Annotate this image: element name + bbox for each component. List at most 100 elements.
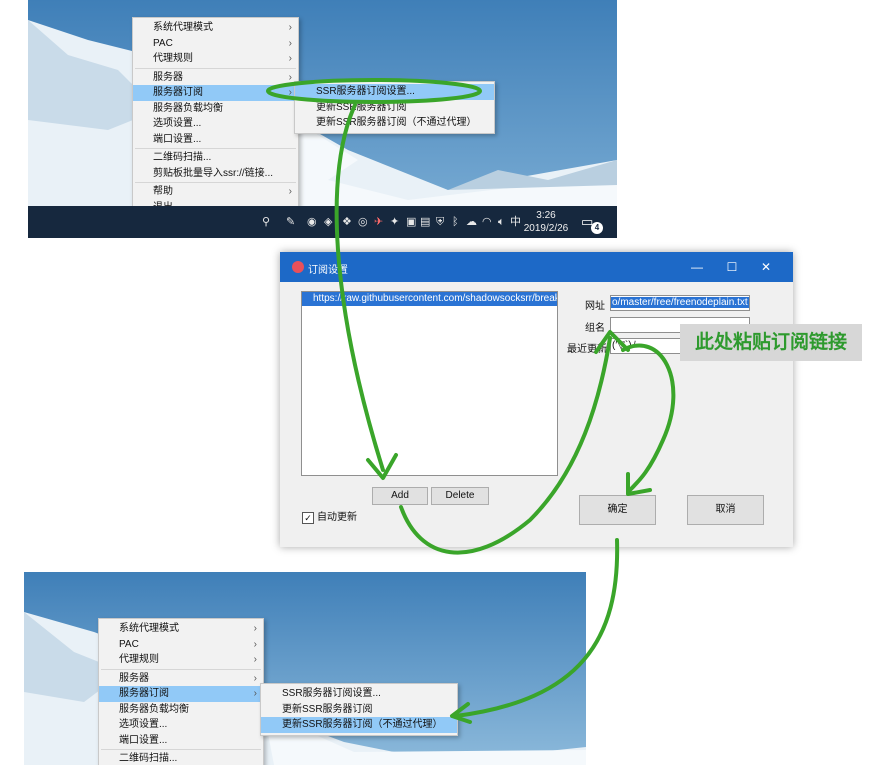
dialog-titlebar[interactable]: 订阅设置 — ☐ ✕ bbox=[280, 252, 793, 282]
desktop-screenshot-top: 系统代理模式 › PAC › 代理规则 › 服务器 › 服务器订阅 › 服务器负载均衡 选项设置...… bbox=[28, 0, 617, 238]
url-label: 网址 bbox=[585, 301, 605, 312]
dialog-title: 订阅设置 bbox=[308, 265, 348, 276]
menu-item-label: 代理规则 bbox=[119, 654, 159, 665]
menu-separator bbox=[135, 148, 296, 149]
menu-item[interactable]: PAC › bbox=[133, 36, 298, 52]
menu-item-label: 二维码扫描... bbox=[119, 753, 178, 764]
menu-item-label: 服务器负载均衡 bbox=[119, 703, 189, 715]
submenu-item[interactable]: SSR服务器订阅设置... bbox=[261, 686, 457, 702]
clock-date: 2019/2/26 bbox=[523, 223, 569, 234]
url-field[interactable]: o/master/free/freenodeplain.txt bbox=[610, 295, 750, 311]
menu-item-label: SSR服务器订阅设置... bbox=[282, 688, 381, 699]
menu-item[interactable]: 服务器订阅 › bbox=[133, 85, 298, 101]
chevron-right-icon: › bbox=[253, 654, 257, 665]
pen-icon[interactable]: ✎ bbox=[286, 216, 295, 228]
menu-item-label: 服务器负载均衡 bbox=[153, 102, 223, 114]
maximize-button[interactable]: ☐ bbox=[722, 258, 742, 276]
list-item[interactable]: https://raw.githubusercontent.com/shadow… bbox=[302, 292, 557, 306]
wifi-icon[interactable]: ◠ bbox=[482, 216, 492, 228]
menu-separator bbox=[135, 182, 296, 183]
volume-icon[interactable]: 🔈︎ bbox=[498, 216, 505, 228]
close-button[interactable]: ✕ bbox=[756, 258, 776, 276]
chevron-right-icon: › bbox=[253, 638, 257, 650]
chevron-right-icon: › bbox=[253, 623, 257, 634]
menu-item[interactable]: 系统代理模式 › bbox=[99, 621, 263, 637]
app-icon[interactable]: ✈ bbox=[374, 216, 383, 228]
menu-item[interactable]: 服务器负载均衡 bbox=[99, 702, 263, 718]
add-button[interactable]: Add bbox=[372, 487, 428, 505]
people-icon[interactable]: ⚲ bbox=[262, 216, 270, 228]
menu-item[interactable]: 服务器订阅 › bbox=[99, 686, 263, 702]
menu-item[interactable]: 服务器 › bbox=[99, 671, 263, 687]
menu-item-label: 端口设置... bbox=[153, 133, 202, 145]
submenu-item[interactable]: 更新SSR服务器订阅（不通过代理） bbox=[295, 115, 494, 131]
menu-item-label: 端口设置... bbox=[119, 734, 168, 746]
ok-button[interactable]: 确定 bbox=[579, 495, 656, 525]
bluetooth-icon[interactable]: ᛒ bbox=[452, 216, 459, 228]
onedrive-icon[interactable]: ☁ bbox=[466, 216, 477, 228]
menu-item-label: 帮助 bbox=[153, 186, 173, 197]
last-update-label: 最近更新 bbox=[567, 344, 607, 355]
menu-item-label: PAC bbox=[119, 638, 139, 650]
menu-item-label: SSR服务器订阅设置... bbox=[316, 86, 415, 97]
menu-item[interactable]: 端口设置... bbox=[99, 733, 263, 749]
menu-item[interactable]: 服务器负载均衡 bbox=[133, 101, 298, 117]
subscription-list[interactable]: https://raw.githubusercontent.com/shadow… bbox=[301, 291, 558, 476]
menu-item-label: 服务器 bbox=[119, 672, 149, 684]
menu-separator bbox=[135, 67, 296, 69]
chevron-right-icon: › bbox=[288, 87, 292, 98]
app-icon[interactable]: ✦ bbox=[390, 216, 399, 228]
menu-item-label: 系统代理模式 bbox=[119, 623, 179, 634]
submenu-item[interactable]: 更新SSR服务器订阅 bbox=[261, 702, 457, 718]
menu-item[interactable]: 代理规则 › bbox=[133, 51, 298, 67]
chevron-right-icon: › bbox=[288, 71, 292, 83]
menu-item[interactable]: 剪贴板批量导入ssr://链接... bbox=[133, 166, 298, 182]
chevron-right-icon: › bbox=[288, 53, 292, 64]
menu-item[interactable]: 服务器 › bbox=[133, 70, 298, 86]
menu-item[interactable]: 选项设置... bbox=[99, 717, 263, 733]
action-center-button[interactable]: ▭ 4 bbox=[581, 214, 603, 234]
auto-update-checkbox[interactable]: ✓ 自动更新 bbox=[302, 511, 357, 525]
menu-item[interactable]: 端口设置... bbox=[133, 132, 298, 148]
taskbar: ⚲ ✎ ◉ ◈ ❖ ◎ ✈ ✦ ▣ ▤ ⛨ ᛒ ☁ ◠ 🔈︎ 中 3:26 20… bbox=[28, 206, 617, 238]
last-update-field: (′▽`)ﾉ bbox=[610, 338, 681, 354]
subscription-submenu: SSR服务器订阅设置... 更新SSR服务器订阅 更新SSR服务器订阅（不通过代理） bbox=[294, 81, 495, 134]
chevron-right-icon: › bbox=[288, 186, 292, 197]
tray-clock[interactable]: 3:26 2019/2/26 bbox=[521, 209, 571, 235]
subscription-submenu: SSR服务器订阅设置... 更新SSR服务器订阅更新SSR服务器订阅（不通过代理） bbox=[260, 683, 458, 736]
menu-item-label: 选项设置... bbox=[153, 118, 202, 129]
menu-item[interactable]: 系统代理模式 › bbox=[133, 20, 298, 36]
steam-icon[interactable]: ◎ bbox=[358, 216, 368, 228]
menu-item[interactable]: 帮助 › bbox=[133, 184, 298, 200]
menu-item-label: 服务器 bbox=[153, 71, 183, 83]
minimize-button[interactable]: — bbox=[687, 258, 707, 276]
ime-indicator[interactable]: 中 bbox=[510, 216, 521, 228]
menu-item-label: 服务器订阅 bbox=[119, 688, 169, 699]
menu-item-label: 剪贴板批量导入ssr://链接... bbox=[153, 167, 273, 179]
steam-icon[interactable]: ◉ bbox=[307, 216, 317, 228]
dropbox-icon[interactable]: ❖ bbox=[342, 216, 352, 228]
auto-update-label: 自动更新 bbox=[317, 512, 357, 523]
menu-item[interactable]: PAC › bbox=[99, 637, 263, 653]
menu-item-label: 更新SSR服务器订阅 bbox=[282, 703, 373, 715]
submenu-item[interactable]: 更新SSR服务器订阅 bbox=[295, 100, 494, 116]
shield-icon[interactable]: ⛨ bbox=[436, 216, 444, 228]
checkbox-check-icon: ✓ bbox=[302, 512, 314, 524]
app-icon[interactable]: ▣ bbox=[406, 216, 416, 228]
menu-item[interactable]: 二维码扫描... bbox=[99, 751, 263, 765]
tray-context-menu: 系统代理模式 › PAC › 代理规则 › 服务器 › 服务器订阅 › 服务器负载均衡 选项设置...… bbox=[132, 17, 299, 218]
shield-icon[interactable]: ◈ bbox=[324, 216, 332, 228]
cancel-button[interactable]: 取消 bbox=[687, 495, 764, 525]
app-icon[interactable]: ▤ bbox=[420, 216, 430, 228]
tray-context-menu: 系统代理模式 › PAC › 代理规则 › 服务器 › 服务器订阅 › 服务器负载均衡 选项设置...… bbox=[98, 618, 264, 765]
menu-item-label: PAC bbox=[153, 37, 173, 49]
menu-item[interactable]: 二维码扫描... bbox=[133, 150, 298, 166]
menu-item-label: 系统代理模式 bbox=[153, 22, 213, 33]
submenu-item[interactable]: SSR服务器订阅设置... bbox=[295, 84, 494, 100]
submenu-item[interactable]: 更新SSR服务器订阅（不通过代理） bbox=[261, 717, 457, 733]
group-label: 组名 bbox=[585, 323, 605, 334]
menu-item[interactable]: 选项设置... bbox=[133, 116, 298, 132]
delete-button[interactable]: Delete bbox=[431, 487, 489, 505]
clock-time: 3:26 bbox=[536, 210, 556, 221]
menu-item[interactable]: 代理规则 › bbox=[99, 652, 263, 668]
